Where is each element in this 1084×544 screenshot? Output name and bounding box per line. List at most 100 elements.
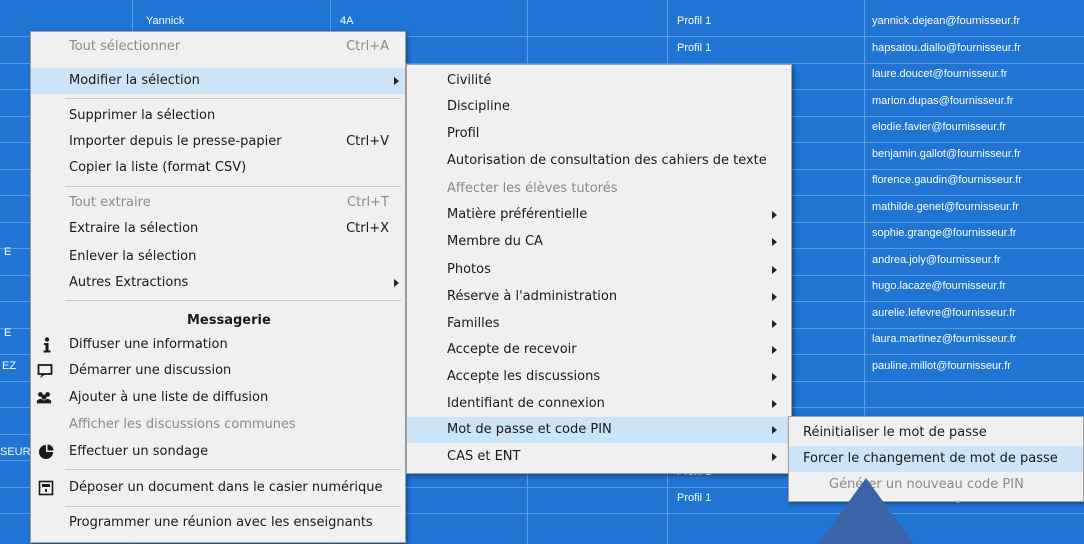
shortcut-label: Ctrl+A <box>346 39 389 54</box>
submenu-item[interactable]: Civilité <box>407 68 791 94</box>
shortcut-label: Ctrl+V <box>346 134 389 149</box>
menu-item-copy-list[interactable]: Copier la liste (format CSV) <box>31 155 405 181</box>
cell-name: Yannick <box>146 15 185 27</box>
menu-item-label: Tout extraire <box>69 195 151 210</box>
truncated-name-fragment: E <box>4 246 12 258</box>
menu-divider <box>65 98 401 99</box>
menu-item-import-clipboard[interactable]: Importer depuis le presse-papier Ctrl+V <box>31 129 405 155</box>
menu-item-label: Discipline <box>447 99 510 114</box>
menu-item-label: Identifiant de connexion <box>447 396 605 411</box>
submenu-item[interactable]: CAS et ENT <box>407 444 791 470</box>
menu-item-delete-selection[interactable]: Supprimer la sélection <box>31 103 405 129</box>
menu-item-label: Profil <box>447 126 480 141</box>
cell-email: elodie.favier@fournisseur.fr <box>872 121 1007 133</box>
menu-item-schedule-meeting[interactable]: Programmer une réunion avec les enseigna… <box>31 510 405 536</box>
submenu-item[interactable]: Autorisation de consultation des cahiers… <box>407 148 791 174</box>
menu-divider <box>65 469 401 470</box>
submenu-item[interactable]: Membre du CA <box>407 229 791 255</box>
submenu-arrow-icon <box>772 266 777 274</box>
submenu-arrow-icon <box>772 320 777 328</box>
cell-email: hugo.lacaze@fournisseur.fr <box>872 280 1007 292</box>
submenu-arrow-icon <box>394 279 399 287</box>
menu-item-broadcast-info[interactable]: Diffuser une information <box>31 332 405 358</box>
menu-item-label: Déposer un document dans le casier numér… <box>69 480 383 495</box>
submenu-item[interactable]: Photos <box>407 257 791 283</box>
menu-divider <box>65 506 401 507</box>
submenu-arrow-icon <box>772 426 777 434</box>
menu-item-modify-selection[interactable]: Modifier la sélection <box>31 68 405 94</box>
submenu-arrow-icon <box>772 346 777 354</box>
menu-item-label: Civilité <box>447 73 492 88</box>
menu-item-label: Enlever la sélection <box>69 249 197 264</box>
menu-item-label: Importer depuis le presse-papier <box>69 134 282 149</box>
menu-item-label: Forcer le changement de mot de passe <box>803 451 1058 466</box>
truncated-name-fragment: E <box>4 327 12 339</box>
menu-item-extract-all[interactable]: Tout extraire Ctrl+T <box>31 190 405 216</box>
submenu-item[interactable]: Profil <box>407 121 791 147</box>
menu-item-label: Accepte de recevoir <box>447 342 577 357</box>
menu-item-show-common-discussions[interactable]: Afficher les discussions communes <box>31 412 405 438</box>
menu-item-label: Effectuer un sondage <box>69 444 209 459</box>
menu-item-label: Extraire la sélection <box>69 221 199 236</box>
info-icon <box>39 337 55 353</box>
group-users-icon <box>36 390 52 406</box>
submenu-item[interactable]: Discipline <box>407 94 791 120</box>
menu-item-label: Supprimer la sélection <box>69 108 216 123</box>
menu-item-label: Autorisation de consultation des cahiers… <box>447 153 767 168</box>
menu-item-label: Afficher les discussions communes <box>69 417 296 432</box>
cell-email: mathilde.genet@fournisseur.fr <box>872 200 1019 213</box>
menu-item-label: Matière préférentielle <box>447 207 588 222</box>
submenu-item[interactable]: Réserve à l'administration <box>407 284 791 310</box>
submenu-item[interactable]: Matière préférentielle <box>407 202 791 228</box>
context-menu: Tout sélectionner Ctrl+A Modifier la sél… <box>30 31 406 543</box>
menu-item-label: Familles <box>447 316 500 331</box>
cell-email: marion.dupas@fournisseur.fr <box>872 94 1014 107</box>
menu-item-label: Tout sélectionner <box>69 39 181 54</box>
chat-bubble-icon <box>37 363 53 379</box>
menu-item-start-discussion[interactable]: Démarrer une discussion <box>31 358 405 384</box>
menu-item-label: Membre du CA <box>447 234 543 249</box>
menu-item-label: Ajouter à une liste de diffusion <box>69 390 269 405</box>
menu-item-run-poll[interactable]: Effectuer un sondage <box>31 439 405 465</box>
menu-item-other-extractions[interactable]: Autres Extractions <box>31 270 405 296</box>
menu-item-label: Autres Extractions <box>69 275 189 290</box>
shortcut-label: Ctrl+T <box>347 195 389 210</box>
menu-item-force-password-change[interactable]: Forcer le changement de mot de passe <box>789 446 1083 472</box>
submenu-arrow-icon <box>772 373 777 381</box>
submenu-item[interactable]: Mot de passe et code PIN <box>407 417 791 443</box>
cell-email: florence.gaudin@fournisseur.fr <box>872 174 1022 186</box>
pointer-triangle-icon <box>818 478 914 544</box>
menu-item-extract-selection[interactable]: Extraire la sélection Ctrl+X <box>31 216 405 242</box>
submenu-arrow-icon <box>394 77 399 85</box>
locker-icon <box>38 480 54 496</box>
submenu-item[interactable]: Affecter les élèves tutorés <box>407 176 791 202</box>
submenu-item[interactable]: Accepte de recevoir <box>407 337 791 363</box>
menu-divider <box>65 300 401 301</box>
menu-item-remove-selection[interactable]: Enlever la sélection <box>31 244 405 270</box>
pie-chart-icon <box>38 444 54 460</box>
menu-item-label: Réinitialiser le mot de passe <box>803 425 987 440</box>
cell-email: laure.doucet@fournisseur.fr <box>872 68 1008 80</box>
cell-email: laura.martinez@fournisseur.fr <box>872 333 1017 345</box>
cell-email: andrea.joly@fournisseur.fr <box>872 253 1001 266</box>
cell-profile: Profil 1 <box>677 492 712 504</box>
cell-class: 4A <box>340 15 354 27</box>
submenu-arrow-icon <box>772 400 777 408</box>
menu-item-label: Photos <box>447 262 491 277</box>
menu-item-reset-password[interactable]: Réinitialiser le mot de passe <box>789 420 1083 446</box>
truncated-name-fragment: SEUR <box>0 446 31 458</box>
menu-item-label: Modifier la sélection <box>69 73 200 88</box>
menu-item-label: Copier la liste (format CSV) <box>69 160 247 175</box>
menu-item-deposit-document[interactable]: Déposer un document dans le casier numér… <box>31 475 405 501</box>
submenu-item[interactable]: Identifiant de connexion <box>407 391 791 417</box>
menu-item-add-broadcast-list[interactable]: Ajouter à une liste de diffusion <box>31 385 405 411</box>
menu-item-label: Diffuser une information <box>69 337 228 352</box>
submenu-item[interactable]: Familles <box>407 311 791 337</box>
modify-selection-submenu: Civilité Discipline Profil Autorisation de … <box>406 64 792 474</box>
menu-item-label: Démarrer une discussion <box>69 363 232 378</box>
cell-profile: Profil 1 <box>677 15 712 27</box>
submenu-item[interactable]: Accepte les discussions <box>407 364 791 390</box>
menu-item-select-all[interactable]: Tout sélectionner Ctrl+A <box>31 34 405 60</box>
menu-item-label: Affecter les élèves tutorés <box>447 181 618 196</box>
menu-item-label: Programmer une réunion avec les enseigna… <box>69 515 373 530</box>
